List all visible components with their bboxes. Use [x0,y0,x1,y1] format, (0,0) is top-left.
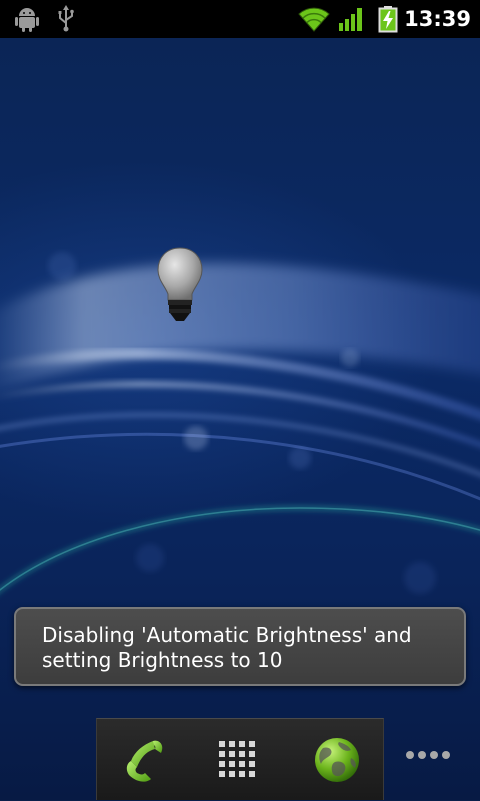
lightbulb-icon[interactable] [152,244,208,326]
more-dots-icon[interactable] [404,748,454,762]
toast-message: Disabling 'Automatic Brightness' and set… [14,607,466,686]
signal-icon [339,8,362,31]
toast-line-1: Disabling 'Automatic Brightness' and [42,623,412,647]
browser-globe-icon [315,738,359,782]
toast-line-2: setting Brightness to 10 [42,648,283,672]
phone-button[interactable] [97,719,193,801]
app-drawer-button[interactable] [193,719,289,801]
browser-button[interactable] [289,719,385,801]
app-drawer-icon [219,741,255,777]
status-clock: 13:39 [404,7,471,31]
battery-charging-icon [378,6,398,33]
usb-icon [58,5,74,32]
launcher-dock [96,718,384,800]
status-bar[interactable]: 13:39 [0,0,480,38]
wifi-icon [298,7,330,32]
phone-icon [126,740,163,782]
android-debug-icon [15,8,39,32]
